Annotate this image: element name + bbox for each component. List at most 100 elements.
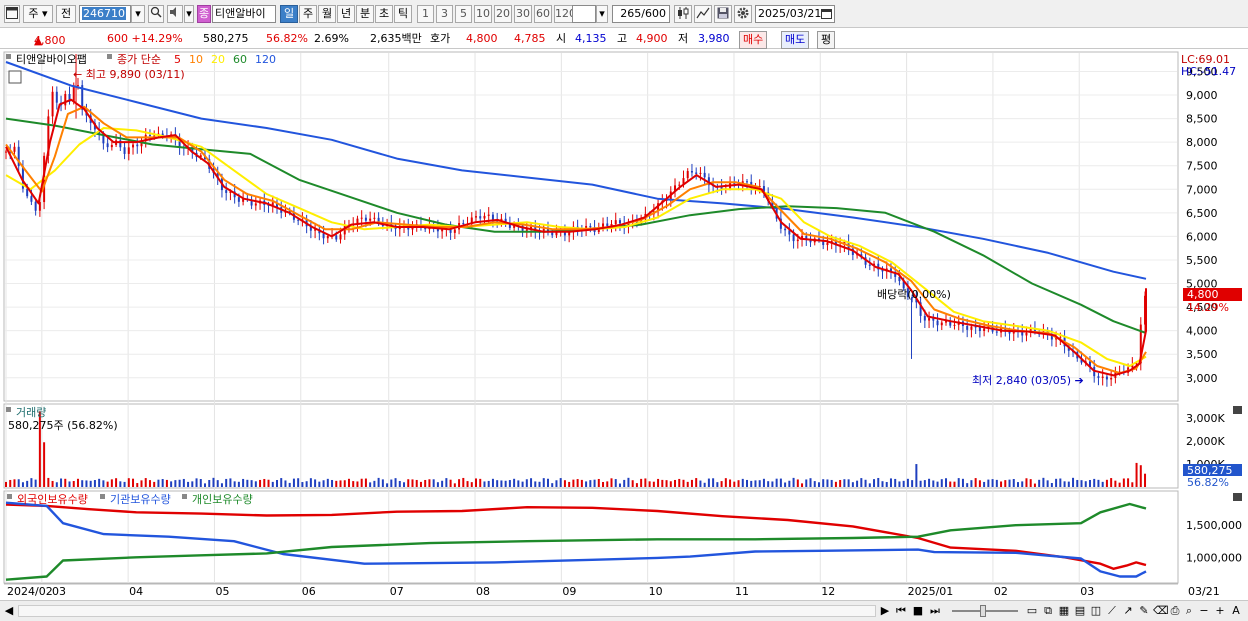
stock-code-dropdown[interactable]: ▾ — [131, 5, 145, 23]
interval-button-30[interactable]: 30 — [514, 5, 532, 23]
volume-bar — [182, 478, 185, 487]
date-input[interactable]: 2025/03/21 — [755, 5, 835, 23]
scroll-left-icon[interactable]: ◀ — [2, 604, 16, 618]
hc-label: HC:-51.47 — [1181, 65, 1236, 78]
volume-bar — [623, 479, 626, 487]
zoom-out-icon[interactable]: − — [1197, 604, 1211, 618]
interval-button-3[interactable]: 3 — [436, 5, 453, 23]
chart-area[interactable]: 9,5009,0008,5008,0007,5007,0006,5006,000… — [0, 49, 1248, 600]
layout-icon[interactable]: ▭ — [1025, 604, 1039, 618]
holder-legend-marker-icon — [100, 494, 105, 499]
zoom-in-icon[interactable]: + — [1213, 604, 1227, 618]
price-y-tick: 7,000 — [1186, 183, 1218, 196]
hoga-label: 호가 — [430, 32, 451, 45]
volume-bar — [161, 479, 164, 487]
scroll-right-icon[interactable]: ▶ — [878, 604, 892, 618]
eraser-icon[interactable]: ⌫ — [1153, 604, 1169, 618]
timeframe-button-6[interactable]: 틱 — [394, 5, 412, 23]
candle-body — [784, 228, 787, 231]
volume-bar — [881, 481, 884, 487]
line-chart-icon[interactable]: ⟋ — [1105, 604, 1119, 618]
volume-panel-close-icon[interactable] — [1233, 406, 1242, 414]
timeframe-button-4[interactable]: 분 — [356, 5, 374, 23]
volume-bar — [403, 482, 406, 487]
volume-bar — [949, 481, 952, 487]
grid-icon[interactable]: ▦ — [1057, 604, 1071, 618]
buy-button[interactable]: 매수 — [739, 31, 768, 49]
ma-legend-20: 20 — [211, 53, 225, 66]
interval-button-5[interactable]: 5 — [455, 5, 472, 23]
holder-panel-close-icon[interactable] — [1233, 493, 1242, 501]
zoom-icon[interactable]: ⌕ — [1182, 604, 1196, 618]
volume-bar — [991, 479, 994, 487]
timeframe-button-3[interactable]: 년 — [337, 5, 355, 23]
chart-menu-icon[interactable] — [8, 70, 22, 84]
stock-name-field[interactable]: 티앤알바이 — [212, 5, 276, 23]
save-button[interactable] — [714, 5, 732, 23]
volume-bar — [110, 479, 113, 487]
interval-custom-input[interactable] — [572, 5, 596, 23]
volume-bar — [449, 479, 452, 487]
table-icon[interactable]: ▤ — [1073, 604, 1087, 618]
stop-icon[interactable]: ■ — [911, 604, 925, 618]
volume-bar — [923, 480, 926, 487]
volume-bar — [89, 480, 92, 487]
trend-icon[interactable]: ↗ — [1121, 604, 1135, 618]
volume-bar — [1021, 481, 1024, 487]
volume-bar — [1004, 480, 1007, 487]
timeframe-button-1[interactable]: 주 — [299, 5, 317, 23]
draw-tool-button[interactable] — [694, 5, 712, 23]
volume-bar — [906, 478, 909, 487]
interval-button-1[interactable]: 1 — [417, 5, 434, 23]
font-size-icon[interactable]: A — [1229, 604, 1243, 618]
volume-bar — [398, 480, 401, 487]
volume-bar — [1050, 483, 1053, 487]
volume-bar — [657, 478, 660, 487]
pencil-icon[interactable]: ✎ — [1137, 604, 1151, 618]
volume-bar — [779, 478, 782, 487]
candle-type-button[interactable] — [674, 5, 692, 23]
interval-dropdown[interactable]: ▾ — [596, 5, 608, 23]
timeframe-button-5[interactable]: 초 — [375, 5, 393, 23]
interval-button-10[interactable]: 10 — [474, 5, 492, 23]
search-button[interactable] — [148, 5, 164, 23]
eval-button[interactable]: 평 — [817, 31, 836, 49]
chart-window-icon[interactable] — [4, 5, 20, 23]
volume-bar — [983, 481, 986, 487]
timeframe-button-0[interactable]: 일 — [280, 5, 298, 23]
sound-dropdown[interactable]: ▾ — [184, 5, 194, 23]
volume-bar — [415, 479, 418, 487]
count-input[interactable]: 265/600 — [612, 5, 670, 23]
horizontal-scrollbar[interactable] — [18, 605, 876, 617]
volume-bar — [1080, 480, 1083, 487]
interval-button-20[interactable]: 20 — [494, 5, 512, 23]
interval-button-60[interactable]: 60 — [534, 5, 552, 23]
zoom-slider-handle[interactable] — [980, 605, 986, 617]
x-axis-label: 2025/01 — [908, 585, 954, 598]
sound-button[interactable] — [167, 5, 183, 23]
period-type-select[interactable]: 주 ▾ — [23, 5, 53, 23]
prev-button[interactable]: 전 — [56, 5, 76, 23]
volume-bar — [51, 480, 54, 487]
candle-body — [225, 190, 228, 193]
holder-legend-0: 외국인보유수량 — [17, 493, 88, 506]
sell-button[interactable]: 매도 — [781, 31, 810, 49]
copy-icon[interactable]: ⧉ — [1041, 604, 1055, 618]
volume-bar — [187, 481, 190, 487]
timeframe-button-2[interactable]: 월 — [318, 5, 336, 23]
print-icon[interactable]: ⎙ — [1168, 604, 1182, 618]
volume-bar — [868, 483, 871, 487]
chart-toolbar: 주 ▾ 전 246710 ▾ ▾ 종 티앤알바이 일주월년분초틱 1 3 5 10 20… — [0, 0, 1248, 28]
volume-bar — [805, 479, 808, 487]
stock-code-input[interactable]: 246710 — [79, 5, 131, 23]
jong-button[interactable]: 종 — [197, 5, 211, 23]
split-icon[interactable]: ◫ — [1089, 604, 1103, 618]
play-forward-icon[interactable]: ⏭ — [928, 604, 942, 618]
volume-bar — [216, 480, 219, 487]
volume-bar — [576, 479, 579, 487]
settings-button[interactable] — [734, 5, 752, 23]
volume-bar — [411, 479, 414, 487]
volume-y-tick: 3,000K — [1186, 412, 1225, 425]
volume-bar — [720, 481, 723, 487]
rewind-icon[interactable]: ⏮ — [894, 604, 908, 618]
